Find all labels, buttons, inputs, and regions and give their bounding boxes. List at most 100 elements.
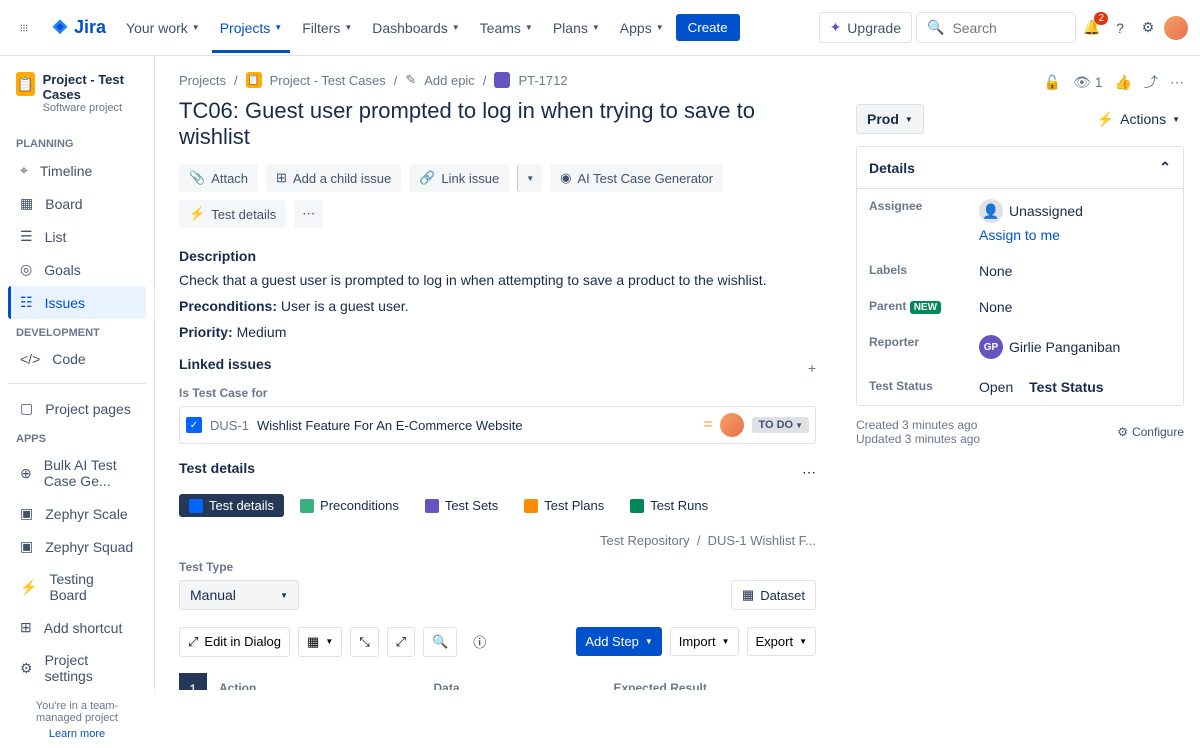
nav-apps[interactable]: Apps▼ [612, 16, 672, 40]
details-toggle[interactable]: Details⌃ [857, 147, 1183, 189]
sidebar-project-pages[interactable]: ▢Project pages [8, 392, 146, 425]
actions-dropdown[interactable]: ⚡Actions▼ [1093, 104, 1184, 134]
dataset-icon: ▦ [742, 587, 754, 603]
edit-icon: ⤢ [188, 634, 198, 650]
parent-value[interactable]: None [979, 299, 1171, 315]
linked-header: Linked issues [179, 356, 272, 372]
tab-test-sets[interactable]: Test Sets [415, 494, 508, 517]
add-linked-button[interactable]: + [808, 360, 816, 376]
user-avatar[interactable] [1164, 16, 1188, 40]
edit-dialog-button[interactable]: ⤢Edit in Dialog [179, 627, 290, 657]
test-details-button[interactable]: ⚡Test details [179, 200, 286, 228]
attach-button[interactable]: 📎Attach [179, 164, 258, 192]
tab-test-runs[interactable]: Test Runs [620, 494, 718, 517]
expand-button[interactable]: ⤢ [387, 627, 415, 657]
assignee-value[interactable]: Unassigned [1009, 203, 1083, 219]
grid-button[interactable]: ▦ ▼ [298, 627, 342, 657]
dataset-button[interactable]: ▦Dataset [731, 580, 816, 610]
jira-logo[interactable]: Jira [42, 13, 114, 42]
bc-issue-key[interactable]: PT-1712 [518, 73, 567, 88]
upgrade-button[interactable]: ✦Upgrade [819, 12, 912, 43]
sidebar-board[interactable]: ▦Board [8, 187, 146, 220]
watch-button[interactable]: 👁 1 [1073, 74, 1103, 91]
step-1[interactable]: 1⋮⋮⋮ ActionAccess the product detail pag… [179, 673, 816, 690]
test-type-select[interactable]: Manual▼ [179, 580, 299, 610]
project-header[interactable]: 📋 Project - Test Cases Software project [8, 72, 146, 130]
like-icon[interactable]: 👍 [1115, 74, 1132, 91]
import-button[interactable]: Import ▼ [670, 627, 739, 656]
zephyr-squad-icon: ▣ [20, 538, 33, 555]
tab-test-details[interactable]: Test details [179, 494, 284, 517]
search-box[interactable]: 🔍 [916, 12, 1076, 43]
sidebar-code[interactable]: </>Code [8, 343, 146, 375]
nav-your-work[interactable]: Your work▼ [118, 16, 208, 40]
pages-icon: ▢ [20, 400, 33, 417]
ai-generator-button[interactable]: ◉AI Test Case Generator [550, 164, 723, 192]
add-step-button[interactable]: Add Step ▼ [576, 627, 661, 656]
step-1-handle[interactable]: 1⋮⋮⋮ [179, 673, 207, 690]
timeline-icon: ⌖ [20, 162, 28, 179]
teststatus-value[interactable]: Open Test Status [979, 379, 1171, 395]
sidebar: 📋 Project - Test Cases Software project … [0, 56, 155, 690]
td-more-icon[interactable]: ⋯ [802, 464, 816, 481]
linked-status[interactable]: TO DO▼ [752, 417, 809, 433]
bc-add-epic[interactable]: Add epic [424, 73, 475, 88]
desc-text[interactable]: Check that a guest user is prompted to l… [179, 272, 816, 288]
app-switcher-icon[interactable] [12, 16, 36, 40]
link-dropdown[interactable]: ▼ [517, 164, 542, 192]
info-button[interactable]: ⓘ [465, 626, 494, 657]
bc-project-icon: 📋 [246, 72, 262, 88]
nav-plans[interactable]: Plans▼ [545, 16, 608, 40]
sidebar-zephyr-scale[interactable]: ▣Zephyr Scale [8, 497, 146, 530]
nav-projects[interactable]: Projects▼ [212, 3, 291, 53]
nav-dashboards[interactable]: Dashboards▼ [364, 16, 467, 40]
linked-issue-row[interactable]: ✓ DUS-1 Wishlist Feature For An E-Commer… [179, 406, 816, 444]
tab-preconditions[interactable]: Preconditions [290, 494, 409, 517]
search-input[interactable] [952, 20, 1065, 36]
share-icon[interactable]: ⤴ [1144, 72, 1158, 92]
sidebar-zephyr-squad[interactable]: ▣Zephyr Squad [8, 530, 146, 563]
lock-icon[interactable]: 🔓 [1044, 74, 1061, 91]
search-steps-button[interactable]: 🔍 [423, 627, 457, 657]
help-icon[interactable]: ? [1108, 16, 1132, 40]
add-child-button[interactable]: ⊞Add a child issue [266, 164, 401, 192]
desc-label: Description [179, 248, 816, 264]
sidebar-list[interactable]: ☰List [8, 220, 146, 253]
tab-test-plans[interactable]: Test Plans [514, 494, 614, 517]
notif-badge: 2 [1094, 12, 1108, 25]
sidebar-goals[interactable]: ◎Goals [8, 253, 146, 286]
nav-filters[interactable]: Filters▼ [294, 16, 360, 40]
sidebar-issues[interactable]: ☷Issues [8, 286, 146, 319]
assign-to-me[interactable]: Assign to me [979, 227, 1060, 243]
sidebar-add-shortcut[interactable]: ⊞Add shortcut [8, 611, 146, 644]
assignee-label: Assignee [869, 199, 979, 243]
notifications-icon[interactable]: 🔔2 [1080, 16, 1104, 40]
sidebar-testing-board[interactable]: ⚡Testing Board [8, 563, 146, 611]
issue-title[interactable]: TC06: Guest user prompted to log in when… [179, 98, 816, 150]
gear-icon: ⚙ [1117, 425, 1128, 439]
shortcut-icon: ⊞ [20, 619, 32, 636]
sidebar-bulk-ai[interactable]: ⊕Bulk AI Test Case Ge... [8, 449, 146, 497]
learn-more-link[interactable]: Learn more [16, 728, 138, 740]
collapse-button[interactable]: ⤡ [350, 627, 378, 657]
step-table: 1⋮⋮⋮ ActionAccess the product detail pag… [179, 673, 816, 690]
sidebar-project-settings[interactable]: ⚙Project settings [8, 644, 146, 692]
parent-label: Parent NEW [869, 299, 979, 315]
export-button[interactable]: Export ▼ [747, 627, 817, 656]
more-actions-button[interactable]: ⋯ [294, 200, 323, 228]
repo-breadcrumb[interactable]: Test Repository / DUS-1 Wishlist F... [179, 533, 816, 548]
sidebar-timeline[interactable]: ⌖Timeline [8, 154, 146, 187]
labels-value[interactable]: None [979, 263, 1171, 279]
bc-project[interactable]: Project - Test Cases [270, 73, 386, 88]
status-dropdown[interactable]: Prod▼ [856, 104, 924, 134]
create-button[interactable]: Create [676, 14, 740, 41]
settings-icon[interactable]: ⚙ [1136, 16, 1160, 40]
bc-projects[interactable]: Projects [179, 73, 226, 88]
reporter-value[interactable]: GPGirlie Panganiban [979, 335, 1171, 359]
overflow-icon[interactable]: ⋯ [1170, 74, 1184, 91]
right-panel: 🔓 👁 1 👍 ⤴ ⋯ Prod▼ ⚡Actions▼ Details⌃ Ass… [840, 56, 1200, 690]
nav-teams[interactable]: Teams▼ [472, 16, 541, 40]
link-button[interactable]: 🔗Link issue [409, 164, 509, 192]
linked-issues-section: Linked issues + Is Test Case for ✓ DUS-1… [179, 356, 816, 444]
configure-button[interactable]: ⚙Configure [1117, 418, 1184, 446]
